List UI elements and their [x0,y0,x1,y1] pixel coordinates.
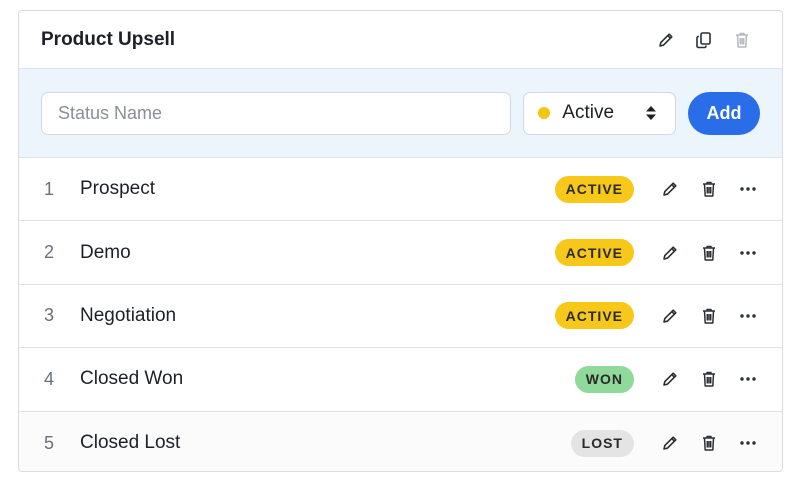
row-number: 1 [44,178,55,199]
edit-icon[interactable] [660,369,680,389]
status-list: 1 Prospect ACTIVE 2 Demo ACTIVE 3 Negoti… [19,158,782,471]
status-name-input[interactable] [41,91,512,135]
card-header: Product Upsell [19,11,782,69]
row-actions [660,306,758,326]
row-label: Closed Lost [80,432,181,454]
more-icon[interactable] [738,433,758,453]
more-icon[interactable] [738,306,758,326]
edit-icon[interactable] [660,179,680,199]
status-badge: LOST [570,429,634,457]
status-card: Product Upsell Status Name Active Add 1 … [18,10,783,472]
row-actions [660,243,758,263]
status-badge: WON [574,365,634,393]
trash-icon[interactable] [699,433,719,453]
status-badge: ACTIVE [554,239,634,267]
row-actions [660,433,758,453]
row-label: Prospect [80,178,155,200]
trash-icon[interactable] [699,306,719,326]
edit-icon[interactable] [660,243,680,263]
row-actions [660,369,758,389]
row-label: Negotiation [80,304,177,326]
row-label: Closed Won [80,368,184,390]
more-icon[interactable] [738,243,758,263]
status-badge: ACTIVE [554,302,634,330]
status-row: 1 Prospect ACTIVE [19,158,782,222]
status-row: 3 Negotiation ACTIVE [19,285,782,349]
status-badge: ACTIVE [554,175,634,203]
row-number: 5 [44,432,55,453]
add-button[interactable]: Add [688,91,760,135]
edit-icon[interactable] [660,306,680,326]
status-row: 5 Closed Lost LOST [19,411,782,471]
edit-icon[interactable] [656,30,676,50]
row-label: Demo [80,241,131,263]
more-icon[interactable] [738,369,758,389]
header-actions [656,30,752,50]
row-number: 4 [44,368,55,389]
status-select[interactable]: Active [523,91,677,135]
duplicate-icon[interactable] [694,30,714,50]
row-actions [660,179,758,199]
more-icon[interactable] [738,179,758,199]
trash-icon[interactable] [699,243,719,263]
edit-icon[interactable] [660,433,680,453]
status-select-value: Active [562,102,615,123]
row-number: 2 [44,242,55,263]
add-status-toolbar: Active Add [19,69,782,158]
sort-arrows-icon [641,103,661,123]
trash-icon[interactable] [699,179,719,199]
trash-icon[interactable] [699,369,719,389]
status-row: 2 Demo ACTIVE [19,221,782,285]
card-title: Product Upsell [41,28,176,50]
row-number: 3 [44,305,55,326]
trash-icon[interactable] [732,30,752,50]
status-color-dot [538,107,551,119]
status-row: 4 Closed Won WON [19,348,782,412]
